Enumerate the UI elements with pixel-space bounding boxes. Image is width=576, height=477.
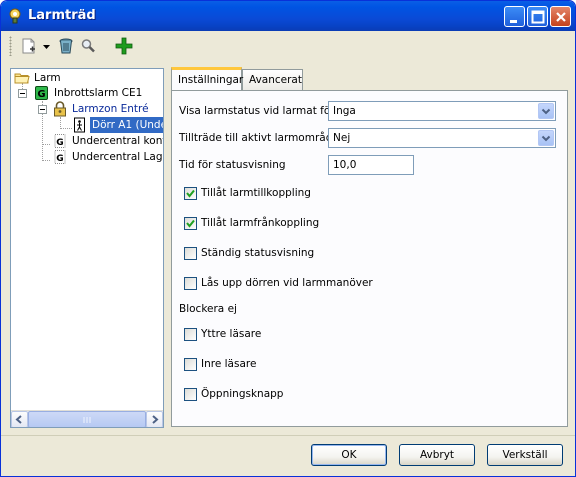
access-label: Tillträde till aktivt larmområde: [179, 132, 339, 144]
new-document-icon[interactable]: [21, 37, 37, 55]
alarm-app-icon: [7, 8, 23, 24]
title-bar[interactable]: Larmträd: [1, 1, 575, 31]
status-label: Visa larmstatus vid larmat för: [179, 105, 335, 117]
tree-node-label: Undercentral Lager: [72, 151, 164, 163]
svg-text:G: G: [56, 154, 63, 164]
tree-connector: [42, 160, 50, 161]
time-label: Tid för statusvisning: [179, 159, 286, 171]
tree-node-label: Larm: [34, 72, 61, 84]
scroll-right-button[interactable]: [146, 411, 163, 427]
settings-panel: Visa larmstatus vid larmat för Inga Till…: [171, 90, 568, 427]
add-icon[interactable]: [115, 37, 133, 55]
inner-reader-label: Inre läsare: [201, 358, 257, 370]
search-icon[interactable]: [80, 37, 96, 55]
outer-reader-checkbox[interactable]: [184, 328, 197, 341]
svg-text:G: G: [56, 138, 63, 148]
lock-icon: [52, 101, 68, 117]
tree-node-label: Larmzon Entré: [72, 103, 149, 115]
unlock-checkbox[interactable]: [184, 277, 197, 290]
status-select-value: Inga: [333, 105, 356, 117]
allow-arm-label: Tillåt larmtillkoppling: [201, 187, 311, 199]
tree-node-label: Inbrottslarm CE1: [54, 87, 143, 99]
window-title: Larmträd: [28, 8, 96, 23]
toolbar: [5, 32, 573, 60]
subcentral-icon: G: [52, 133, 68, 149]
folder-icon: [14, 70, 30, 86]
open-button-label: Öppningsknapp: [201, 388, 284, 400]
status-select[interactable]: Inga: [328, 101, 556, 121]
inner-reader-checkbox[interactable]: [184, 358, 197, 371]
maximize-button[interactable]: [527, 6, 548, 27]
subcentral-icon: G: [52, 149, 68, 165]
dropdown-arrow-icon[interactable]: [42, 37, 51, 55]
tab-avancerat[interactable]: Avancerat: [242, 69, 303, 90]
apply-button[interactable]: Verkställ: [487, 444, 563, 466]
trash-icon[interactable]: [58, 37, 74, 55]
constant-status-checkbox[interactable]: [184, 247, 197, 260]
svg-text:G: G: [37, 89, 45, 100]
outer-reader-label: Yttre läsare: [201, 328, 262, 340]
door-icon: [72, 117, 88, 133]
tab-installningar[interactable]: Inställningar: [171, 67, 243, 90]
access-select[interactable]: Nej: [328, 128, 556, 148]
tree-horizontal-scrollbar[interactable]: [11, 410, 163, 427]
cancel-button[interactable]: Avbryt: [399, 444, 475, 466]
footer-divider: [1, 435, 575, 436]
unlock-label: Lås upp dörren vid larmmanöver: [201, 277, 373, 289]
access-select-value: Nej: [333, 132, 351, 144]
tree-node-label: Dörr A1 (Under: [90, 117, 163, 133]
tree-node-label: Undercentral kontor: [72, 135, 163, 147]
block-heading: Blockera ej: [179, 303, 237, 315]
collapse-toggle[interactable]: [18, 89, 27, 98]
collapse-toggle[interactable]: [38, 105, 47, 114]
tree-connector: [42, 144, 50, 145]
time-input-value: 10,0: [333, 159, 357, 171]
allow-disarm-label: Tillåt larmfrånkoppling: [201, 217, 320, 229]
toolbar-grip[interactable]: [9, 36, 12, 56]
minimize-button[interactable]: [504, 6, 525, 27]
alarm-tree[interactable]: Larm G Inbrottslarm CE1 Larmzon Entré Dö…: [10, 68, 164, 428]
chevron-down-icon[interactable]: [538, 130, 554, 146]
chevron-down-icon[interactable]: [538, 103, 554, 119]
allow-arm-checkbox[interactable]: [184, 187, 197, 200]
allow-disarm-checkbox[interactable]: [184, 217, 197, 230]
scroll-left-button[interactable]: [11, 411, 28, 427]
scroll-thumb[interactable]: [28, 411, 146, 427]
larmtrad-window: Larmträd Larm G Inbrottslarm CE1 Larmzon…: [0, 0, 576, 477]
tree-connector: [60, 128, 72, 129]
open-button-checkbox[interactable]: [184, 388, 197, 401]
central-icon: G: [34, 85, 50, 101]
constant-status-label: Ständig statusvisning: [201, 247, 315, 259]
close-button[interactable]: [550, 6, 571, 27]
ok-button[interactable]: OK: [311, 444, 387, 466]
time-input[interactable]: 10,0: [328, 155, 414, 175]
